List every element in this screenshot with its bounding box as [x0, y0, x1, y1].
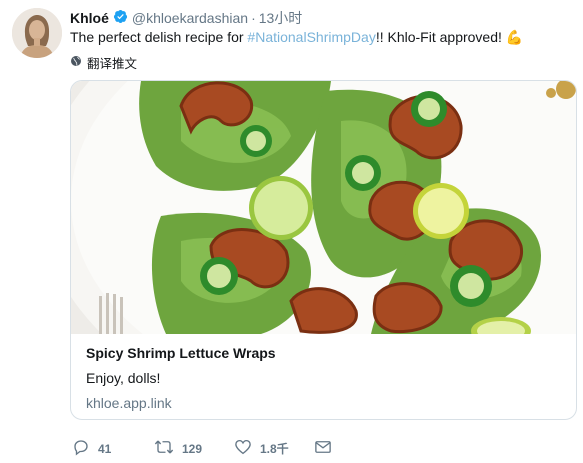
translate-label: 翻译推文: [87, 57, 138, 71]
reply-button[interactable]: 41: [72, 438, 154, 459]
tweet-header: Khloé @khloekardashian · 13小时: [70, 8, 302, 28]
direct-message-button[interactable]: [314, 438, 340, 459]
card-link: khloe.app.link: [86, 395, 172, 411]
retweet-icon: [154, 438, 182, 459]
reply-count: 41: [98, 441, 112, 456]
verified-badge-icon: [113, 9, 128, 27]
like-button[interactable]: 1.8千: [234, 438, 314, 459]
heart-icon: [234, 438, 260, 459]
retweet-button[interactable]: 129: [154, 438, 234, 459]
tweet-time[interactable]: 13小时: [259, 8, 303, 28]
author-handle[interactable]: @khloekardashian: [132, 10, 248, 26]
reply-icon: [72, 438, 98, 459]
card-description: Enjoy, dolls!: [86, 370, 161, 386]
retweet-count: 129: [182, 441, 203, 456]
hashtag-link[interactable]: #NationalShrimpDay: [247, 29, 375, 45]
globe-icon: [70, 55, 82, 70]
link-card[interactable]: Spicy Shrimp Lettuce Wraps Enjoy, dolls!…: [70, 80, 577, 420]
tweet-text-after: !! Khlo-Fit approved! 💪: [375, 29, 524, 45]
tweet-actions: 41 129 1.8千: [72, 438, 340, 459]
tweet-text-before: The perfect delish recipe for: [70, 29, 248, 45]
author-name[interactable]: Khloé: [70, 10, 109, 26]
envelope-icon: [314, 438, 340, 459]
card-body: Spicy Shrimp Lettuce Wraps Enjoy, dolls!…: [86, 344, 561, 412]
like-count: 1.8千: [260, 442, 289, 456]
tweet: Khloé @khloekardashian · 13小时 The perfec…: [0, 0, 583, 463]
separator-dot: ·: [251, 10, 256, 26]
card-title: Spicy Shrimp Lettuce Wraps: [86, 345, 276, 361]
tweet-text: The perfect delish recipe for #NationalS…: [70, 28, 523, 46]
translate-tweet-link[interactable]: 翻译推文: [70, 53, 137, 72]
avatar[interactable]: [12, 8, 62, 58]
card-image: [71, 81, 576, 419]
